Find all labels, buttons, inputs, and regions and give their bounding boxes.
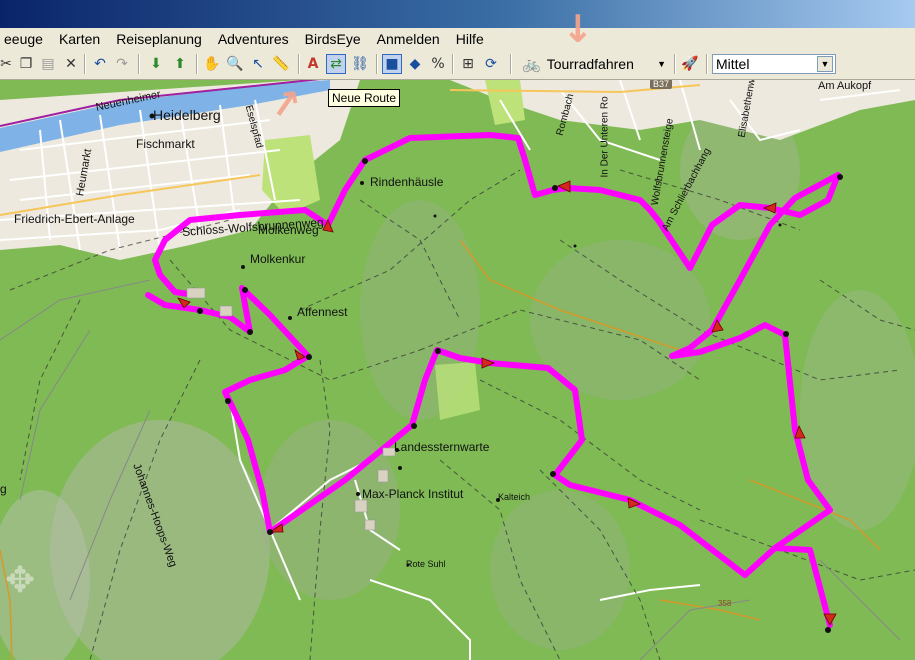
map-view-icon[interactable]: ■ <box>382 54 402 74</box>
menu-karten[interactable]: Karten <box>51 31 108 47</box>
chevron-down-icon[interactable]: ▼ <box>817 56 833 72</box>
toolbar-separator <box>196 54 198 74</box>
speed-dropdown[interactable]: Mittel ▼ <box>712 54 836 74</box>
select-arrow-icon[interactable]: ↖ <box>248 54 268 74</box>
copy-icon[interactable]: ❐ <box>16 54 36 74</box>
menu-birdseye[interactable]: BirdsEye <box>297 31 369 47</box>
map-label-affennest: Affennest <box>297 305 348 319</box>
map-label-landessternwarte: Landessternwarte <box>394 440 490 454</box>
map-canvas[interactable]: Heidelberg Neuenheimer Fischmarkt Heumar… <box>0 80 915 660</box>
new-route-tooltip: Neue Route <box>328 89 401 107</box>
delete-icon[interactable]: ✕ <box>61 54 81 74</box>
menu-bar: eeuge Karten Reiseplanung Adventures Bir… <box>0 28 915 51</box>
send-to-device-icon[interactable]: ⬆ <box>170 54 190 74</box>
map-label-kalteich: Kalteich <box>498 492 531 502</box>
activity-profile-dropdown[interactable]: 🚲 Tourradfahren ▼ <box>520 54 670 74</box>
annotation-arrow-down-icon: ↓ <box>562 7 594 51</box>
receive-from-device-icon[interactable]: ⬇ <box>146 54 166 74</box>
menu-anmelden[interactable]: Anmelden <box>369 31 448 47</box>
track-tool-icon[interactable]: ⛓ <box>350 54 370 74</box>
map-label-partial: g <box>0 482 7 496</box>
toolbar-separator <box>674 54 676 74</box>
filter-icon[interactable]: % <box>428 54 448 74</box>
bicycle-icon: 🚲 <box>522 56 541 73</box>
new-route-icon[interactable]: ⇄ <box>326 54 346 74</box>
planned-route-tail <box>772 545 833 628</box>
map-label-fischmarkt: Fischmarkt <box>136 137 195 151</box>
measure-icon[interactable]: 📏 <box>271 54 291 74</box>
navigate-icon[interactable]: 🚀 <box>680 54 700 74</box>
3d-view-icon[interactable]: ◆ <box>405 54 425 74</box>
map-label-heidelberg: Heidelberg <box>153 107 221 123</box>
cut-icon[interactable]: ✂ <box>0 54 16 74</box>
toolbar-separator <box>510 54 512 74</box>
map-label-molkenkur: Molkenkur <box>250 252 306 266</box>
map-layer <box>0 80 915 660</box>
map-label-elevation-358: 358 <box>718 599 732 608</box>
menu-werkzeuge[interactable]: eeuge <box>0 31 51 47</box>
paste-icon[interactable]: ▤ <box>38 54 58 74</box>
map-label-rote-suhl: Rote Suhl <box>406 559 446 569</box>
map-label-in-der-unteren: In Der Unteren Ro <box>599 96 611 178</box>
text-tool-icon[interactable]: A <box>303 54 323 74</box>
menu-reiseplanung[interactable]: Reiseplanung <box>108 31 210 47</box>
toolbar-separator <box>376 54 378 74</box>
activity-profile-value: Tourradfahren <box>546 56 634 72</box>
road-shield-b37: B37 <box>650 80 673 89</box>
hand-pan-icon[interactable]: ✋ <box>202 54 222 74</box>
toolbar-separator <box>298 54 300 74</box>
window-titlebar <box>0 0 915 28</box>
main-toolbar: ✂ ❐ ▤ ✕ ↶ ↷ ⬇ ⬆ ✋ 🔍 ↖ 📏 A ⇄ ⛓ ■ ◆ % ⊞ ⟳ … <box>0 50 915 80</box>
recalculate-icon[interactable]: ⟳ <box>481 54 501 74</box>
redo-icon[interactable]: ↷ <box>112 54 132 74</box>
menu-hilfe[interactable]: Hilfe <box>448 31 492 47</box>
map-label-molkenweg: Molkenweg <box>258 223 319 237</box>
toolbar-separator <box>84 54 86 74</box>
map-label-rindenhaeusle: Rindenhäusle <box>370 175 444 189</box>
menu-adventures[interactable]: Adventures <box>210 31 297 47</box>
speed-value: Mittel <box>716 56 750 72</box>
compass-rose-icon[interactable]: ✥ <box>5 560 45 601</box>
toolbar-separator <box>706 54 708 74</box>
undo-icon[interactable]: ↶ <box>90 54 110 74</box>
chevron-down-icon: ▼ <box>657 59 666 69</box>
map-label-max-planck-institut: Max-Planck Institut <box>362 487 464 501</box>
map-label-am-aukopf: Am Aukopf <box>818 80 872 92</box>
map-label-friedrich-ebert-anlage: Friedrich-Ebert-Anlage <box>14 212 135 226</box>
toolbar-separator <box>452 54 454 74</box>
zoom-icon[interactable]: 🔍 <box>225 54 245 74</box>
zoom-fit-icon[interactable]: ⊞ <box>458 54 478 74</box>
toolbar-separator <box>138 54 140 74</box>
